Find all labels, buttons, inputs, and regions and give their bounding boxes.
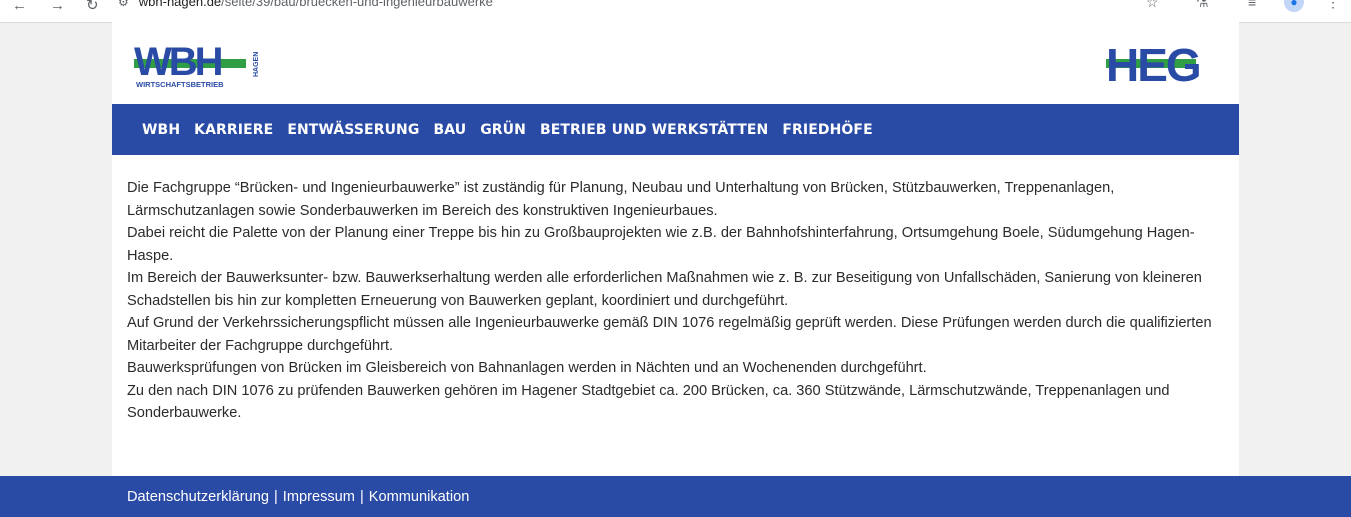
bookmark-star-icon[interactable]: ☆ [1146,0,1159,11]
footer-separator: | [273,488,278,505]
media-icon[interactable]: ≡ [1248,0,1256,10]
wbh-logo[interactable]: WBH WIRTSCHAFTSBETRIEB HAGEN [132,39,264,91]
nav-item-entwaesserung[interactable]: ENTWÄSSERUNG [287,122,419,138]
nav-item-karriere[interactable]: KARRIERE [194,122,273,138]
logo-wbh-subtitle: WIRTSCHAFTSBETRIEB [136,80,224,89]
content-paragraph: Zu den nach DIN 1076 zu prüfenden Bauwer… [127,382,1170,422]
main-content: Die Fachgruppe “Brücken- und Ingenieurba… [127,177,1227,425]
site-settings-icon[interactable]: ⚙ [118,0,129,9]
footer-link-kommunikation[interactable]: Kommunikation [369,489,470,505]
content-paragraph: Die Fachgruppe “Brücken- und Ingenieurba… [127,180,1115,219]
address-bar[interactable]: ⚙ wbh-hagen.de/seite/39/bau/bruecken-und… [118,0,493,9]
logo-wbh-text: WBH [134,40,222,84]
page-container: WBH WIRTSCHAFTSBETRIEB HAGEN HEG WBH KAR… [112,22,1239,476]
reload-icon[interactable]: ↻ [86,0,99,17]
main-navigation: WBH KARRIERE ENTWÄSSERUNG BAU GRÜN BETRI… [112,104,1239,155]
content-paragraph: Auf Grund der Verkehrssicherungspflicht … [127,315,1212,354]
nav-item-gruen[interactable]: GRÜN [480,122,526,138]
labs-flask-icon[interactable]: ⚗ [1196,0,1209,11]
footer: Datenschutzerklärung | Impressum | Kommunika… [0,476,1351,517]
logo-wbh-side: HAGEN [253,52,260,77]
url-domain: wbh-hagen.de [138,0,222,9]
nav-item-friedhoefe[interactable]: FRIEDHÖFE [782,122,872,138]
footer-link-impressum[interactable]: Impressum [283,489,355,505]
back-icon[interactable]: ← [12,0,27,17]
nav-item-betrieb-und-werkstaetten[interactable]: BETRIEB UND WERKSTÄTTEN [540,122,768,138]
url-path: /seite/39/bau/bruecken-und-ingenieurbauw… [221,0,493,9]
footer-link-datenschutz[interactable]: Datenschutzerklärung [127,489,269,505]
menu-kebab-icon[interactable]: ⋮ [1326,0,1340,11]
nav-item-bau[interactable]: BAU [433,122,466,138]
profile-avatar-icon[interactable]: ● [1284,0,1304,12]
content-paragraph: Dabei reicht die Palette von der Planung… [127,225,1195,264]
content-paragraph: Bauwerksprüfungen von Brücken im Gleisbe… [127,360,927,376]
nav-item-wbh[interactable]: WBH [142,122,180,138]
browser-toolbar: ← → ↻ ⚙ wbh-hagen.de/seite/39/bau/brueck… [0,0,1351,23]
footer-links: Datenschutzerklärung | Impressum | Kommunika… [127,489,469,505]
forward-icon[interactable]: → [50,0,65,17]
footer-separator: | [359,488,364,505]
content-paragraph: Im Bereich der Bauwerksunter- bzw. Bauwe… [127,270,1202,309]
logo-heg-text: HEG [1106,41,1200,85]
heg-logo[interactable]: HEG [1106,41,1224,85]
